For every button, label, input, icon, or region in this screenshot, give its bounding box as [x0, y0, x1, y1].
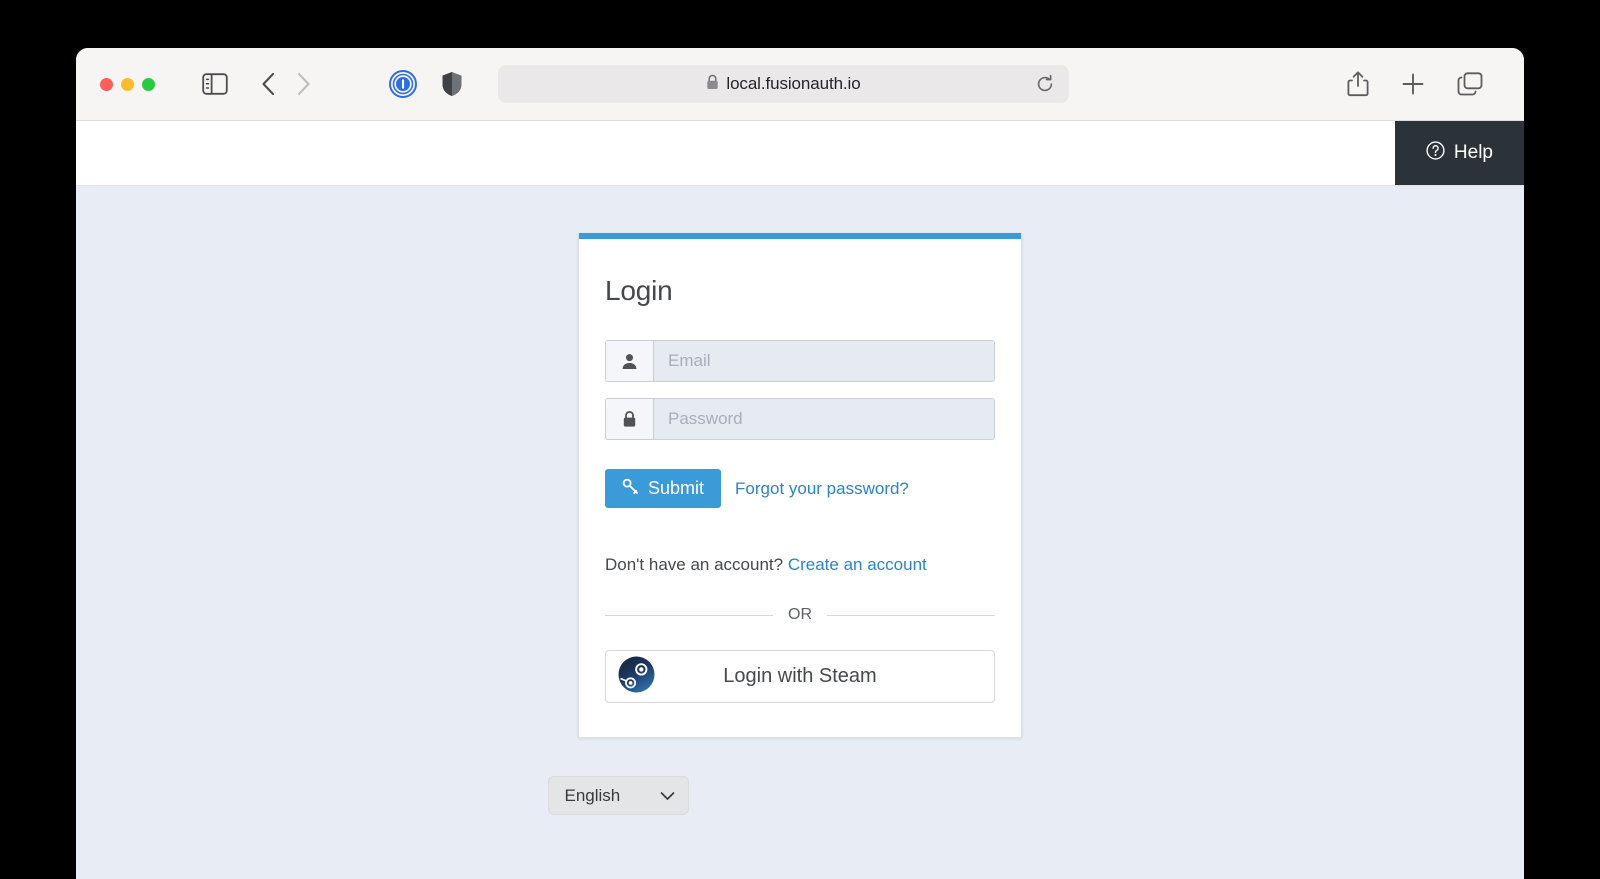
forgot-password-link[interactable]: Forgot your password? — [735, 479, 909, 499]
submit-row: Submit Forgot your password? — [605, 469, 995, 508]
language-selector[interactable]: English — [548, 776, 689, 815]
sidebar-toggle-icon[interactable] — [202, 73, 228, 95]
help-label: Help — [1454, 142, 1493, 164]
or-divider: OR — [605, 606, 995, 624]
password-input-group[interactable] — [605, 398, 995, 440]
submit-label: Submit — [648, 478, 704, 499]
email-input-group[interactable] — [605, 340, 995, 382]
page-body: Login — [76, 186, 1524, 879]
minimize-button[interactable] — [121, 78, 134, 91]
submit-button[interactable]: Submit — [605, 469, 721, 508]
reload-icon[interactable] — [1035, 74, 1055, 99]
window-controls — [100, 78, 155, 91]
tab-overview-icon[interactable] — [1457, 72, 1483, 96]
divider-rule-right — [827, 615, 995, 616]
maximize-button[interactable] — [142, 78, 155, 91]
steam-icon — [618, 656, 655, 698]
divider-rule-left — [605, 615, 773, 616]
onepassword-icon[interactable] — [389, 70, 417, 98]
login-form: Login — [579, 239, 1021, 737]
user-icon — [606, 341, 654, 381]
lock-icon — [706, 74, 719, 95]
browser-window: local.fusionauth.io — [76, 48, 1524, 879]
steam-button-label: Login with Steam — [606, 665, 994, 688]
key-icon — [622, 478, 639, 500]
url-bar[interactable]: local.fusionauth.io — [498, 65, 1069, 103]
create-account-link[interactable]: Create an account — [788, 555, 927, 574]
login-with-steam-button[interactable]: Login with Steam — [605, 650, 995, 703]
lock-icon — [606, 399, 654, 439]
email-input[interactable] — [654, 341, 994, 381]
chevron-left-icon[interactable] — [261, 72, 275, 96]
url-display: local.fusionauth.io — [498, 74, 1069, 95]
question-circle-icon — [1426, 141, 1445, 166]
shield-icon[interactable] — [441, 71, 463, 97]
app-header: Help — [76, 121, 1524, 186]
login-card: Login — [578, 233, 1022, 738]
password-input[interactable] — [654, 399, 994, 439]
help-button[interactable]: Help — [1395, 121, 1524, 185]
no-account-text: Don't have an account? — [605, 555, 783, 574]
or-label: OR — [788, 606, 812, 624]
url-text: local.fusionauth.io — [726, 74, 860, 94]
browser-toolbar: local.fusionauth.io — [76, 48, 1524, 121]
new-tab-icon[interactable] — [1401, 72, 1425, 96]
share-icon[interactable] — [1347, 71, 1369, 97]
chevron-right-icon[interactable] — [297, 72, 311, 96]
create-account-row: Don't have an account? Create an account — [605, 555, 995, 575]
toolbar-right-actions — [1347, 71, 1483, 97]
chevron-down-icon — [660, 786, 675, 806]
page-title: Login — [605, 275, 995, 307]
close-button[interactable] — [100, 78, 113, 91]
language-selected-value: English — [565, 786, 621, 806]
